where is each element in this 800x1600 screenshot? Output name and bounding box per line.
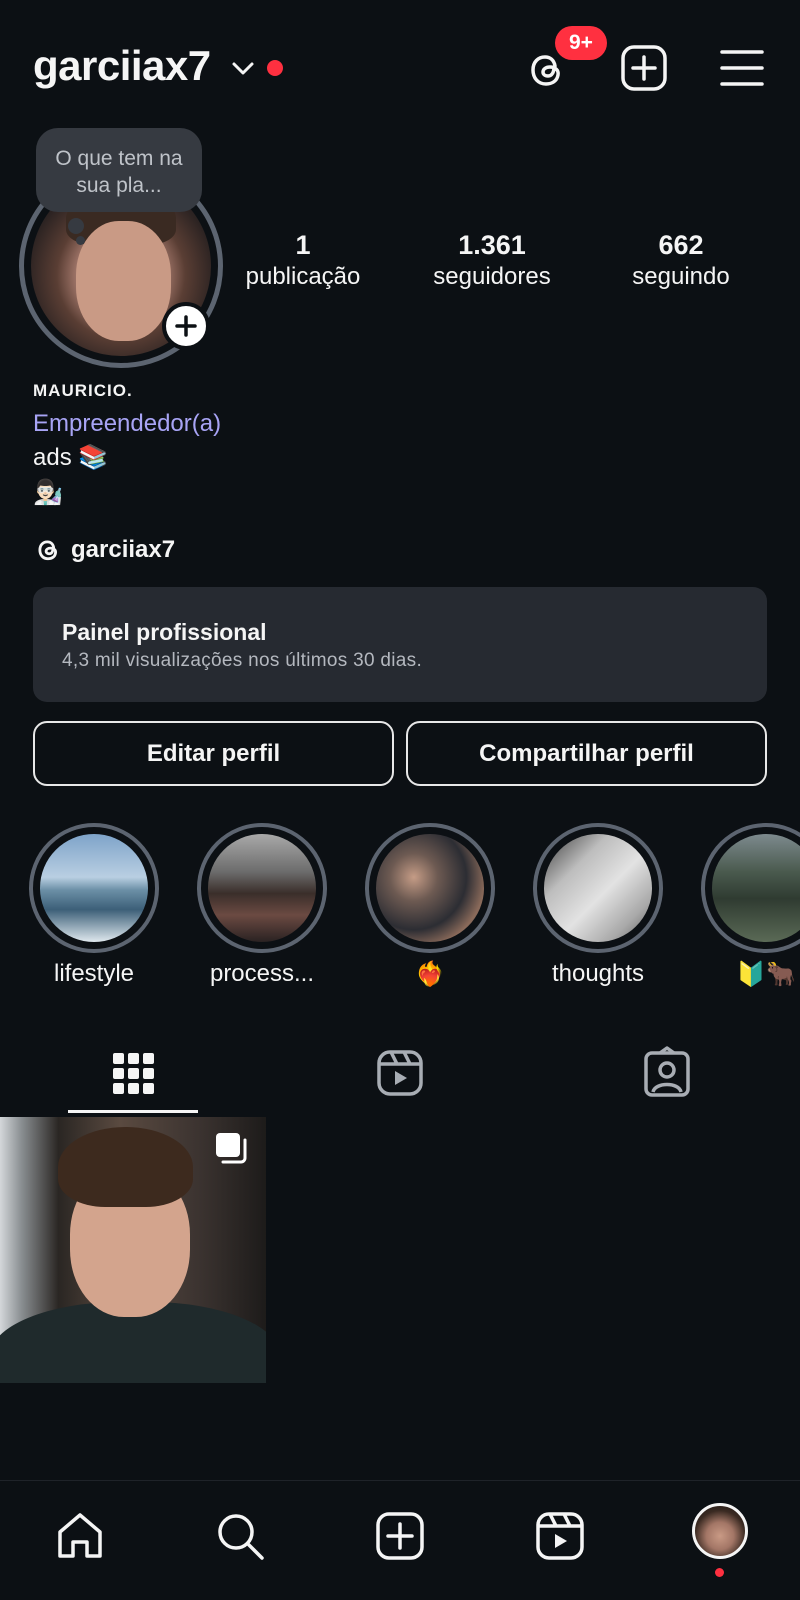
- stat-followers-value: 1.361: [458, 230, 526, 260]
- note-bubble-tail: [68, 218, 84, 234]
- note-bubble[interactable]: O que tem na sua pla...: [36, 128, 202, 212]
- add-story-button[interactable]: [162, 302, 210, 350]
- highlight-label: process...: [209, 960, 315, 987]
- profile-tab-avatar[interactable]: [692, 1503, 748, 1559]
- share-profile-button[interactable]: Compartilhar perfil: [406, 721, 767, 786]
- highlight-label: lifestyle: [53, 960, 135, 987]
- stat-following[interactable]: 662 seguindo: [596, 228, 766, 292]
- bio-line: ads 📚: [33, 444, 109, 471]
- highlight-item[interactable]: thoughts: [533, 823, 663, 988]
- highlight-item[interactable]: process...: [197, 823, 327, 988]
- threads-profile-link[interactable]: garciiax7: [33, 533, 175, 567]
- dashboard-subtitle: 4,3 mil visualizações nos últimos 30 dia…: [62, 650, 423, 671]
- note-bubble-tail-small: [76, 236, 85, 245]
- highlight-cover: [40, 834, 148, 942]
- profile-notification-dot: [715, 1568, 724, 1577]
- highlight-item[interactable]: lifestyle: [29, 823, 159, 988]
- menu-icon[interactable]: [718, 44, 766, 92]
- professional-dashboard[interactable]: Painel profissional 4,3 mil visualizaçõe…: [33, 587, 767, 702]
- reels-icon[interactable]: [532, 1508, 588, 1564]
- highlight-label: 🔰🐂: [736, 961, 796, 988]
- stat-following-label: seguindo: [632, 263, 730, 290]
- carousel-icon: [216, 1133, 247, 1164]
- profile-category: Empreendedor(a): [33, 410, 222, 437]
- bio-line: 👨🏻‍🔬: [33, 479, 63, 506]
- threads-handle: garciiax7: [71, 536, 176, 563]
- stat-posts-value: 1: [295, 230, 311, 260]
- stat-followers[interactable]: 1.361 seguidores: [407, 228, 577, 292]
- highlight-cover: [712, 834, 800, 942]
- home-icon[interactable]: [52, 1508, 108, 1564]
- search-icon[interactable]: [212, 1508, 268, 1564]
- account-username[interactable]: garciiax7: [33, 42, 211, 90]
- bottom-navigation: [0, 1481, 800, 1600]
- threads-badge: 9+: [555, 26, 607, 60]
- highlight-cover: [544, 834, 652, 942]
- highlight-cover: [208, 834, 316, 942]
- profile-full-name: MAURICIO.: [33, 381, 133, 400]
- threads-icon: [38, 540, 57, 561]
- create-icon[interactable]: [372, 1508, 428, 1564]
- highlight-label: ❤️‍🔥: [415, 961, 445, 988]
- create-post-icon[interactable]: [620, 44, 668, 92]
- stat-posts[interactable]: 1 publicação: [218, 228, 388, 292]
- plus-icon: [175, 315, 197, 337]
- stat-followers-label: seguidores: [433, 263, 551, 290]
- highlight-item[interactable]: 🔰🐂: [701, 823, 800, 989]
- stat-following-value: 662: [658, 230, 704, 260]
- notification-dot: [267, 60, 283, 76]
- post-thumbnail[interactable]: [0, 1117, 266, 1383]
- highlight-cover: [376, 834, 484, 942]
- chevron-down-icon[interactable]: [230, 55, 256, 81]
- reels-tab-icon[interactable]: [367, 1040, 433, 1106]
- stat-posts-label: publicação: [245, 263, 361, 290]
- highlight-item[interactable]: ❤️‍🔥: [365, 823, 495, 989]
- active-tab-indicator: [68, 1110, 198, 1113]
- highlight-label: thoughts: [551, 960, 645, 987]
- edit-profile-button[interactable]: Editar perfil: [33, 721, 394, 786]
- header: garciiax7 9+: [0, 0, 800, 130]
- tagged-icon[interactable]: [634, 1040, 700, 1106]
- dashboard-title: Painel profissional: [62, 619, 267, 645]
- grid-icon[interactable]: [100, 1040, 166, 1106]
